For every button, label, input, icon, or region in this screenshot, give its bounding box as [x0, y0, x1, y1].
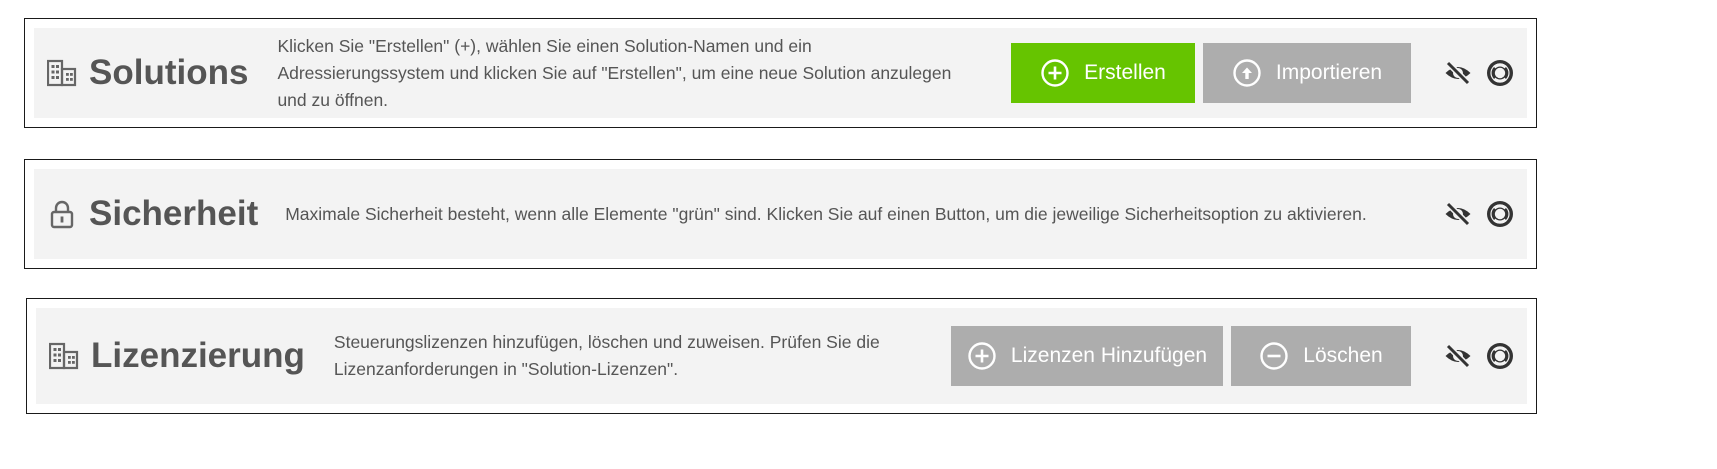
solutions-title-text: Solutions	[89, 53, 249, 92]
building-icon	[49, 341, 79, 371]
solutions-title: Solutions	[47, 53, 248, 93]
eye-off-icon[interactable]	[1443, 58, 1473, 88]
delete-licenses-label: Löschen	[1303, 344, 1383, 367]
sicherheit-title-text: Sicherheit	[89, 194, 259, 233]
create-solution-button[interactable]: Erstellen	[1011, 43, 1195, 103]
lizenzierung-title: Lizenzierung	[49, 336, 305, 376]
eye-off-icon[interactable]	[1443, 341, 1473, 371]
add-licenses-label: Lizenzen Hinzufügen	[1010, 344, 1208, 367]
solutions-description: Klicken Sie "Erstellen" (+), wählen Sie …	[277, 35, 952, 110]
lock-icon	[47, 199, 77, 229]
minus-circle-icon	[1259, 341, 1289, 371]
delete-licenses-button[interactable]: Löschen	[1231, 326, 1411, 386]
import-solution-label: Importieren	[1275, 61, 1383, 84]
solutions-panel: Solutions Klicken Sie "Erstellen" (+), w…	[24, 18, 1537, 128]
plus-circle-icon	[1040, 58, 1070, 88]
lizenzierung-title-text: Lizenzierung	[91, 336, 305, 375]
create-solution-label: Erstellen	[1084, 61, 1166, 84]
plus-circle-icon	[967, 341, 997, 371]
import-solution-button[interactable]: Importieren	[1203, 43, 1411, 103]
lizenzierung-description: Steuerungslizenzen hinzufügen, löschen u…	[333, 332, 880, 379]
sicherheit-description: Maximale Sicherheit besteht, wenn alle E…	[285, 203, 1367, 224]
sicherheit-panel: Sicherheit Maximale Sicherheit besteht, …	[24, 159, 1537, 269]
building-icon	[47, 58, 77, 88]
help-lifebuoy-icon[interactable]	[1485, 199, 1515, 229]
sicherheit-title: Sicherheit	[47, 194, 258, 234]
lizenzierung-panel: Lizenzierung Steuerungslizenzen hinzufüg…	[26, 298, 1537, 414]
help-lifebuoy-icon[interactable]	[1485, 341, 1515, 371]
add-licenses-button[interactable]: Lizenzen Hinzufügen	[951, 326, 1223, 386]
help-lifebuoy-icon[interactable]	[1485, 58, 1515, 88]
eye-off-icon[interactable]	[1443, 199, 1473, 229]
upload-circle-icon	[1232, 58, 1262, 88]
